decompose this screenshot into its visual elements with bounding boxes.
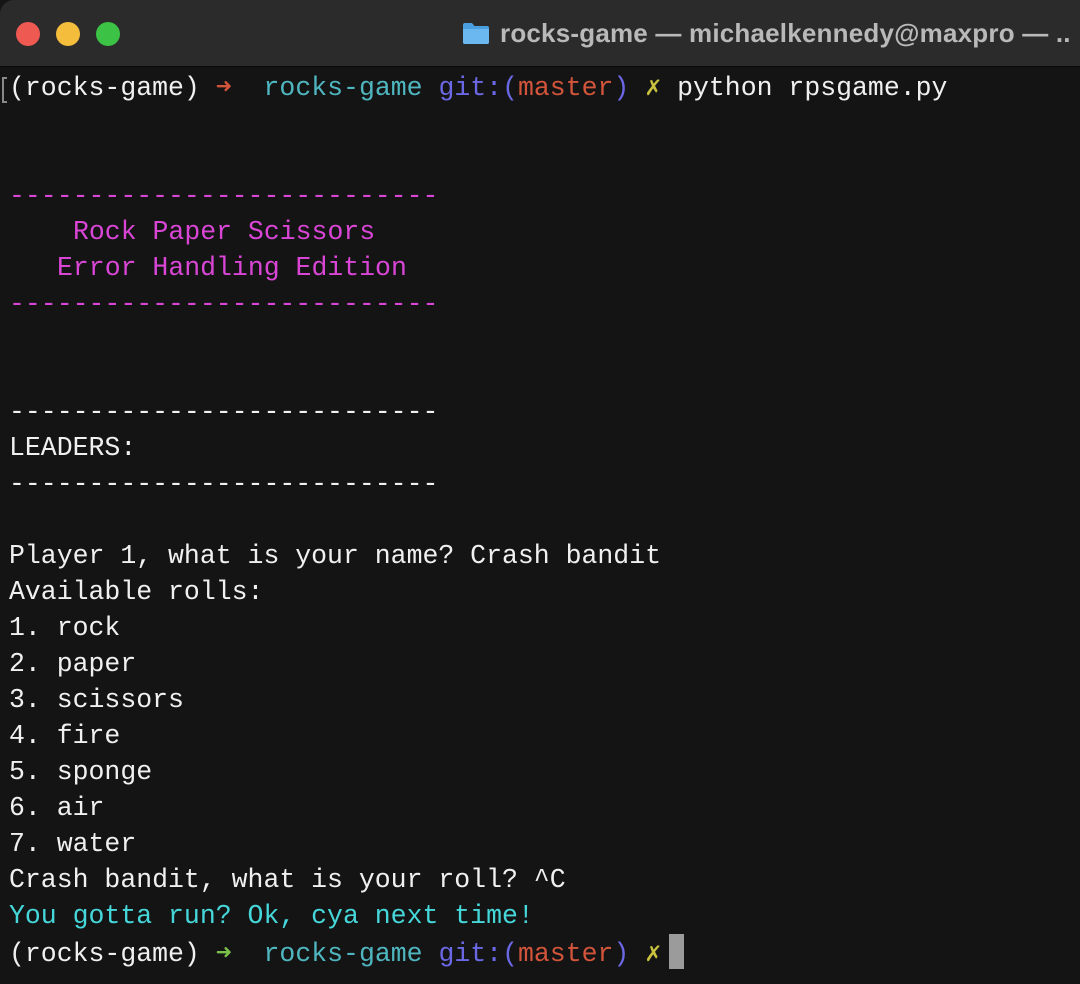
name-prompt: Player 1, what is your name? Crash bandi…	[9, 541, 662, 571]
terminal-window: rocks-game — michaelkennedy@maxpro — .. …	[0, 0, 1080, 984]
prompt-arrow-ok: ➜	[215, 939, 232, 969]
prompt-branch: master	[517, 939, 614, 969]
exit-message: You gotta run? Ok, cya next time!	[9, 901, 534, 931]
prompt-env: (rocks-game)	[9, 73, 200, 103]
leaders-rule-top: ---------------------------	[9, 397, 439, 427]
roll-option: 4. fire	[9, 721, 121, 751]
leaders-label: LEADERS:	[9, 433, 137, 463]
roll-option: 5. sponge	[9, 757, 153, 787]
prompt-git-prefix: git:(	[438, 73, 518, 103]
prompt-dirty-marker: ✗	[645, 73, 662, 103]
banner-title: Rock Paper Scissors	[73, 217, 376, 247]
roll-option: 2. paper	[9, 649, 137, 679]
prompt-branch: master	[517, 73, 614, 103]
roll-option: 7. water	[9, 829, 137, 859]
close-button[interactable]	[16, 22, 40, 46]
prompt-line-current[interactable]: (rocks-game) ➜ rocks-game git:(master) ✗	[9, 934, 685, 970]
roll-option: 3. scissors	[9, 685, 184, 715]
prompt-git-prefix: git:(	[438, 939, 518, 969]
roll-option: 6. air	[9, 793, 105, 823]
text-cursor[interactable]	[669, 934, 685, 969]
title-bar[interactable]: rocks-game — michaelkennedy@maxpro — ..	[0, 0, 1080, 67]
prompt-command: python rpsgame.py	[677, 73, 948, 103]
minimize-button[interactable]	[56, 22, 80, 46]
prompt-dir: rocks-game	[263, 73, 423, 103]
prompt-arrow-error: ➜	[215, 73, 232, 103]
maximize-button[interactable]	[96, 22, 120, 46]
prompt-dirty-marker: ✗	[645, 939, 662, 969]
window-title: rocks-game — michaelkennedy@maxpro — ..	[500, 17, 1071, 48]
rolls-header: Available rolls:	[9, 577, 264, 607]
banner-rule-bottom: ---------------------------	[9, 289, 439, 319]
prompt-env: (rocks-game)	[9, 939, 200, 969]
prompt-dir: rocks-game	[263, 939, 423, 969]
terminal-output[interactable]: (rocks-game) ➜ rocks-game git:(master) ✗…	[0, 69, 1080, 984]
roll-prompt: Crash bandit, what is your roll? ^C	[9, 865, 566, 895]
mark-indicator	[2, 77, 7, 103]
prompt-git-suffix: )	[613, 73, 630, 103]
leaders-rule-bottom: ---------------------------	[9, 469, 439, 499]
banner-subtitle: Error Handling Edition	[57, 253, 407, 283]
folder-icon	[463, 23, 489, 44]
banner-rule-top: ---------------------------	[9, 181, 439, 211]
window-title-group: rocks-game — michaelkennedy@maxpro — ..	[462, 17, 1071, 49]
prompt-git-suffix: )	[613, 939, 630, 969]
prompt-line-command: (rocks-game) ➜ rocks-game git:(master) ✗…	[9, 70, 947, 106]
roll-option: 1. rock	[9, 613, 121, 643]
